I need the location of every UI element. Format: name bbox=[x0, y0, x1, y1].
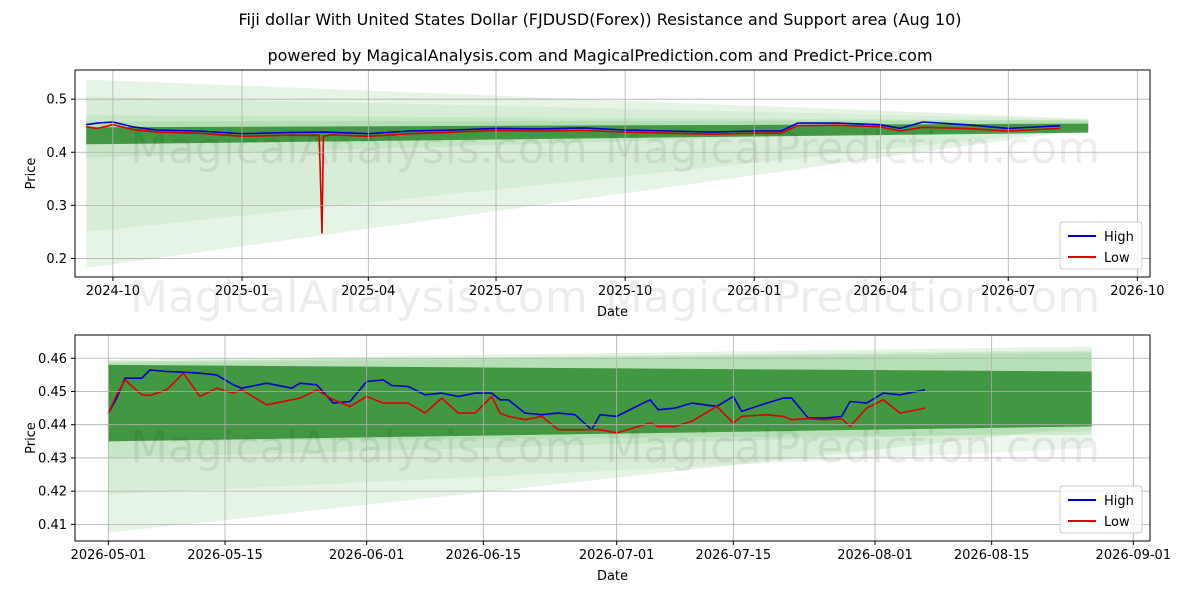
x-tick-label: 2026-06-15 bbox=[446, 548, 522, 563]
y-tick-label: 0.4 bbox=[46, 146, 67, 161]
legend: High Low bbox=[1059, 485, 1143, 534]
x-tick-label: 2026-06-01 bbox=[329, 548, 405, 563]
watermark-analysis: MagicalAnalysis.com bbox=[130, 272, 588, 323]
y-tick-label: 0.45 bbox=[38, 385, 67, 400]
x-tick-label: 2026-07-15 bbox=[696, 548, 772, 563]
y-tick-label: 0.2 bbox=[46, 252, 67, 267]
y-axis-label: Price bbox=[24, 422, 39, 454]
x-tick-label: 2026-05-15 bbox=[187, 548, 263, 563]
legend-label-high: High bbox=[1104, 230, 1134, 245]
x-tick-label: 2026-08-15 bbox=[954, 548, 1030, 563]
watermark-prediction: MagicalPrediction.com bbox=[605, 422, 1100, 473]
plot-area: MagicalAnalysis.com MagicalPrediction.com bbox=[86, 79, 1100, 268]
y-tick-label: 0.43 bbox=[38, 451, 67, 466]
x-tick-label: 2026-07-01 bbox=[579, 548, 655, 563]
y-tick-label: 0.46 bbox=[38, 352, 67, 367]
x-tick-label: 2026-05-01 bbox=[71, 548, 147, 563]
watermark-analysis: MagicalAnalysis.com bbox=[130, 422, 588, 473]
legend-label-high: High bbox=[1104, 494, 1134, 509]
legend-label-low: Low bbox=[1104, 515, 1130, 530]
plot-area: MagicalAnalysis.com MagicalPrediction.com bbox=[107, 346, 1100, 533]
y-tick-label: 0.3 bbox=[46, 199, 67, 214]
legend-label-low: Low bbox=[1104, 251, 1130, 266]
legend: High Low bbox=[1059, 221, 1143, 270]
y-axis-label: Price bbox=[24, 158, 39, 190]
x-tick-label: 2026-10 bbox=[1110, 284, 1164, 299]
x-tick-label: 2026-09-01 bbox=[1096, 548, 1172, 563]
chart-panel-2: MagicalAnalysis.com MagicalPrediction.com… bbox=[24, 334, 1172, 584]
x-axis-label: Date bbox=[597, 569, 628, 584]
y-tick-label: 0.42 bbox=[38, 485, 67, 500]
y-tick-label: 0.41 bbox=[38, 518, 67, 533]
y-tick-label: 0.5 bbox=[46, 93, 67, 108]
x-tick-label: 2026-08-01 bbox=[837, 548, 913, 563]
watermark-prediction: MagicalPrediction.com bbox=[605, 272, 1100, 323]
chart-canvas: MagicalAnalysis.com MagicalPrediction.com… bbox=[24, 69, 1172, 584]
y-tick-label: 0.44 bbox=[38, 418, 67, 433]
